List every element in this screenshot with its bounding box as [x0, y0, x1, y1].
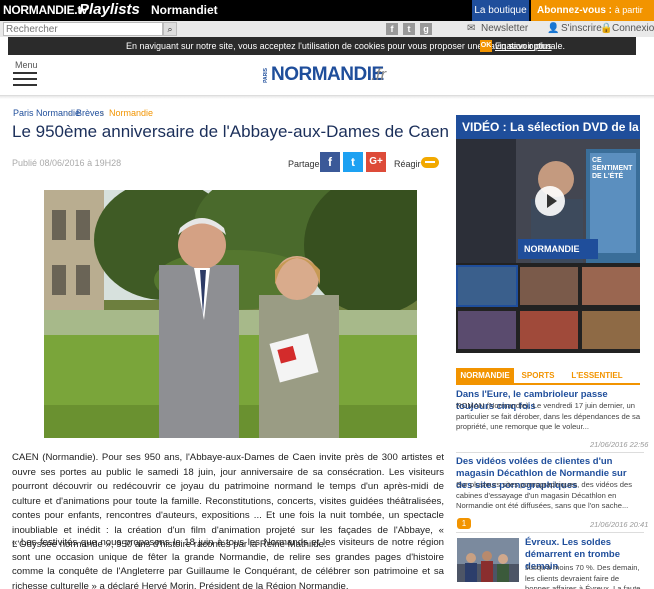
- news-item-summary: ROMAN (Normandie). Le vendredi 17 juin d…: [456, 401, 641, 431]
- search-input[interactable]: [3, 22, 163, 36]
- video-thumbnail[interactable]: [458, 311, 516, 349]
- breadcrumb-item-breves[interactable]: Brèves: [76, 108, 104, 118]
- boutique-button[interactable]: La boutique: [472, 0, 529, 21]
- cookie-more-link[interactable]: En savoir plus: [495, 37, 552, 55]
- facebook-icon[interactable]: f: [386, 23, 398, 35]
- article-photo: [44, 190, 417, 438]
- share-twitter-icon[interactable]: t: [343, 152, 363, 172]
- video-poster-text: CE SENTIMENT DE L'ÉTÉ: [592, 157, 633, 180]
- normandie-tv-logo[interactable]: NORMANDIE.tv: [3, 3, 88, 17]
- login-link[interactable]: Connexion: [612, 23, 654, 34]
- video-thumbnail[interactable]: [582, 311, 640, 349]
- logo-paris-text: PARIS: [263, 68, 269, 83]
- news-item-thumbnail[interactable]: [457, 538, 519, 582]
- article-paragraph-2: « Les festivités que nous proposons le 1…: [12, 537, 444, 589]
- user-icon[interactable]: 👤: [547, 23, 559, 34]
- site-logo[interactable]: PARIS NORMANDIE .fr: [263, 64, 393, 86]
- video-thumbnail[interactable]: [520, 311, 578, 349]
- play-icon[interactable]: [535, 186, 565, 216]
- react-label[interactable]: Réagir: [394, 159, 421, 169]
- share-label: Partager: [288, 159, 323, 169]
- breadcrumb-separator: ›: [68, 108, 71, 118]
- newsletter-link[interactable]: Newsletter: [481, 23, 528, 34]
- breadcrumb-item-normandie[interactable]: Normandie: [109, 108, 153, 118]
- logo-normandie-text: NORMANDIE: [271, 64, 384, 85]
- newsletter-icon[interactable]: ✉: [467, 23, 475, 34]
- playlists-logo[interactable]: Playlists: [79, 1, 140, 18]
- subscribe-label: Abonnez-vous :: [537, 5, 612, 16]
- search-icon[interactable]: ⌕: [163, 22, 177, 36]
- share-facebook-icon[interactable]: f: [320, 152, 340, 172]
- hamburger-menu-icon[interactable]: [13, 72, 37, 86]
- news-item-date: 21/06/2016 22:56: [590, 440, 649, 449]
- news-divider: [456, 532, 644, 533]
- video-thumbnail[interactable]: [456, 265, 518, 307]
- logo-fr-text: .fr: [371, 65, 387, 84]
- share-google-plus-icon[interactable]: G+: [366, 152, 386, 172]
- top-bar: NORMANDIE.tv Playlists Normandiet La bou…: [0, 0, 654, 36]
- video-thumbnail[interactable]: [520, 267, 578, 305]
- news-tabs: NORMANDIE SPORTS L'ESSENTIEL: [456, 368, 640, 385]
- article-photo-illustration: [44, 190, 417, 438]
- login-icon[interactable]: 🔒: [600, 23, 612, 34]
- twitter-icon[interactable]: t: [403, 23, 415, 35]
- video-player[interactable]: CE SENTIMENT DE L'ÉTÉ NORMANDIE: [456, 139, 640, 263]
- video-thumbnails: [456, 263, 640, 353]
- register-link[interactable]: S'inscrire: [561, 23, 602, 34]
- normandiet-logo[interactable]: Normandiet: [151, 3, 218, 17]
- news-item-date: 21/06/2016 20:41: [590, 520, 649, 529]
- google-plus-icon[interactable]: g: [420, 23, 432, 35]
- comment-bubble-icon[interactable]: [421, 157, 439, 168]
- subscribe-button[interactable]: Abonnez-vous : à partir de 1€: [531, 0, 654, 36]
- breadcrumb-separator: ›: [101, 108, 104, 118]
- search-row: ⌕ f t g ✉ Newsletter 👤 S'inscrire 🔒 Conn…: [0, 21, 654, 37]
- tab-sports[interactable]: SPORTS: [516, 368, 560, 383]
- video-brand-text: NORMANDIE: [524, 244, 580, 254]
- video-heading[interactable]: VIDÉO : La sélection DVD de la r ...: [456, 115, 640, 139]
- comment-count-badge[interactable]: 1: [457, 518, 471, 529]
- cookie-banner: En naviguant sur notre site, vous accept…: [8, 37, 636, 55]
- tab-essentiel[interactable]: L'ESSENTIEL: [562, 368, 632, 383]
- news-item-summary: Sur plusieurs sites pornographiques, des…: [456, 480, 633, 510]
- news-thumbnail-illustration: [457, 538, 519, 582]
- cookie-ok-button[interactable]: OK: [480, 40, 492, 52]
- menu-label: Menu: [15, 60, 38, 70]
- news-item-summary: Jusqu'à moins 70 %. Des demain, les clie…: [525, 563, 641, 589]
- news-divider: [456, 452, 644, 453]
- article-date: Publié 08/06/2016 à 19H28: [12, 158, 122, 168]
- tab-normandie[interactable]: NORMANDIE: [456, 368, 514, 383]
- article-title: Le 950ème anniversaire de l'Abbaye-aux-D…: [12, 122, 450, 141]
- header-shadow: [0, 96, 654, 99]
- video-thumbnail[interactable]: [582, 267, 640, 305]
